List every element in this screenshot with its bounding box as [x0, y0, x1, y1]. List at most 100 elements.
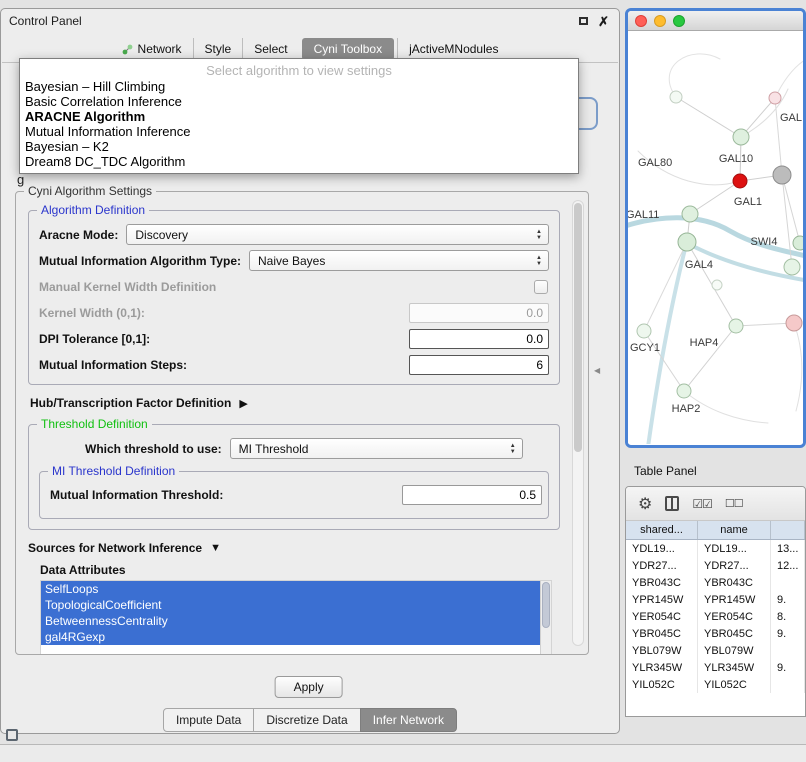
table-cell: YBR045C: [626, 625, 698, 642]
network-node[interactable]: [786, 315, 802, 331]
table-panel-window: ⚙ ☑☑ ☐☐ shared...name YDL19...YDL19...13…: [625, 486, 806, 717]
node-label: GAL1: [734, 196, 762, 208]
combo-arrows-icon: ▲▼: [506, 440, 520, 457]
table-row[interactable]: YBL079WYBL079W: [626, 642, 805, 659]
checked-pair-icon[interactable]: ☑☑: [692, 497, 712, 511]
mac-zoom-button[interactable]: [673, 15, 685, 27]
algorithm-option-basic-correlation-inference[interactable]: Basic Correlation Inference: [20, 94, 578, 109]
hub-definition-toggle[interactable]: Hub/Transcription Factor Definition ▶: [30, 396, 568, 410]
table-header-cell[interactable]: name: [698, 521, 771, 539]
manual-kernel-checkbox[interactable]: [534, 280, 548, 294]
algorithm-definition-group: Algorithm Definition Aracne Mode: Discov…: [28, 210, 560, 385]
mi-threshold-input[interactable]: [402, 485, 542, 505]
tab-infer-network[interactable]: Infer Network: [360, 708, 457, 732]
expand-right-arrow-icon: ▶: [239, 397, 247, 410]
algorithm-option-bayesian-k2[interactable]: Bayesian – K2: [20, 139, 578, 154]
data-attribute-topologicalcoefficient[interactable]: TopologicalCoefficient: [41, 597, 540, 613]
algorithm-popup-list: Bayesian – Hill ClimbingBasic Correlatio…: [20, 79, 578, 169]
apply-button[interactable]: Apply: [275, 676, 343, 698]
tab-select[interactable]: Select: [242, 38, 298, 60]
manual-kernel-row: Manual Kernel Width Definition: [39, 276, 549, 297]
network-node[interactable]: [773, 166, 791, 184]
mac-minimize-button[interactable]: [654, 15, 666, 27]
network-node[interactable]: [637, 324, 651, 338]
table-row[interactable]: YDR27...YDR27...12...: [626, 557, 805, 574]
float-window-icon[interactable]: [579, 17, 588, 25]
data-attribute-gal4rgexp[interactable]: gal4RGexp: [41, 629, 540, 645]
aracne-mode-row: Aracne Mode: Discovery ▲▼: [39, 224, 549, 245]
table-row[interactable]: YPR145WYPR145W9.: [626, 591, 805, 608]
table-cell: YPR145W: [626, 591, 698, 608]
table-header-cell[interactable]: shared...: [626, 521, 698, 539]
network-node[interactable]: [769, 92, 781, 104]
table-row[interactable]: YBR045CYBR045C9.: [626, 625, 805, 642]
list-scrollbar-thumb[interactable]: [542, 582, 550, 628]
algorithm-dropdown-popup: Select algorithm to view settings Bayesi…: [19, 58, 579, 174]
network-node[interactable]: [677, 384, 691, 398]
mi-steps-input[interactable]: [409, 355, 549, 375]
network-node[interactable]: [733, 129, 749, 145]
mi-threshold-definition-group: MI Threshold Definition Mutual Informati…: [39, 471, 549, 519]
panel-collapse-arrow[interactable]: ◀: [594, 366, 600, 375]
tab-impute-data[interactable]: Impute Data: [163, 708, 254, 732]
table-row[interactable]: YLR345WYLR345W9.: [626, 659, 805, 676]
mac-close-button[interactable]: [635, 15, 647, 27]
close-icon[interactable]: ✗: [598, 15, 609, 28]
data-attribute-selfloops[interactable]: SelfLoops: [41, 581, 540, 597]
tab-discretize-data[interactable]: Discretize Data: [253, 708, 360, 732]
settings-scrollbar[interactable]: [572, 200, 584, 646]
data-attributes-list[interactable]: SelfLoopsTopologicalCoefficientBetweenne…: [41, 581, 540, 654]
algorithm-popup-placeholder: Select algorithm to view settings: [20, 62, 578, 79]
network-node[interactable]: [729, 319, 743, 333]
list-scrollbar[interactable]: [540, 581, 551, 654]
algorithm-option-mutual-information-inference[interactable]: Mutual Information Inference: [20, 124, 578, 139]
threshold-type-select[interactable]: MI Threshold ▲▼: [230, 438, 523, 459]
network-node[interactable]: [784, 259, 800, 275]
network-window-titlebar[interactable]: [628, 11, 803, 31]
node-label: SWI4: [751, 236, 778, 248]
aracne-mode-label: Aracne Mode:: [39, 228, 118, 242]
tab-cyni-toolbox[interactable]: Cyni Toolbox: [302, 38, 394, 60]
network-node[interactable]: [678, 233, 696, 251]
settings-scrollbar-thumb[interactable]: [574, 203, 582, 452]
manual-kernel-label: Manual Kernel Width Definition: [39, 280, 216, 294]
unchecked-pair-icon[interactable]: ☐☐: [725, 497, 743, 510]
table-cell: 8.: [771, 608, 805, 625]
status-bar: [0, 744, 806, 762]
network-edge: [775, 57, 803, 98]
network-node[interactable]: [733, 174, 747, 188]
gear-icon[interactable]: ⚙: [638, 494, 652, 514]
tab-jactivemnodules[interactable]: jActiveMNodules: [397, 38, 509, 60]
columns-icon[interactable]: [665, 496, 679, 511]
table-row[interactable]: YIL052CYIL052C: [626, 676, 805, 693]
mi-algorithm-type-select[interactable]: Naive Bayes ▲▼: [249, 250, 549, 271]
dpi-tolerance-input[interactable]: [409, 329, 549, 349]
aracne-mode-select[interactable]: Discovery ▲▼: [126, 224, 549, 245]
tab-style[interactable]: Style: [193, 38, 243, 60]
network-edge: [676, 97, 741, 137]
table-row[interactable]: YER054CYER054C8.: [626, 608, 805, 625]
sources-toggle[interactable]: Sources for Network Inference ▼: [28, 541, 568, 555]
table-header-cell[interactable]: [771, 521, 805, 539]
threshold-definition-title: Threshold Definition: [37, 417, 152, 431]
node-label: GAL: [780, 112, 802, 124]
algorithm-option-bayesian-hill-climbing[interactable]: Bayesian – Hill Climbing: [20, 79, 578, 94]
tab-network[interactable]: Network: [111, 38, 193, 60]
network-edge: [782, 175, 800, 243]
algorithm-option-aracne-algorithm[interactable]: ARACNE Algorithm: [20, 109, 578, 124]
table-cell: YBR043C: [698, 574, 771, 591]
table-row[interactable]: YBR043CYBR043C: [626, 574, 805, 591]
network-node[interactable]: [670, 91, 682, 103]
cyni-settings-group: Cyni Algorithm Settings Algorithm Defini…: [15, 191, 589, 655]
algorithm-option-dream8-dc-tdc-algorithm[interactable]: Dream8 DC_TDC Algorithm: [20, 154, 578, 169]
network-canvas[interactable]: GALGAL80GAL10GAL1GAL11SWI4GAL4GCY1HAP4HA…: [628, 31, 803, 444]
data-attribute-betweennesscentrality[interactable]: BetweennessCentrality: [41, 613, 540, 629]
network-node[interactable]: [712, 280, 722, 290]
which-threshold-row: Which threshold to use: MI Threshold ▲▼: [85, 438, 549, 459]
table-row[interactable]: YDL19...YDL19...13...: [626, 540, 805, 557]
collapsed-panel-icon[interactable]: [6, 729, 18, 741]
kernel-width-label: Kernel Width (0,1):: [39, 306, 145, 320]
network-node[interactable]: [682, 206, 698, 222]
network-node[interactable]: [793, 236, 803, 250]
dpi-tolerance-label: DPI Tolerance [0,1]:: [39, 332, 150, 346]
